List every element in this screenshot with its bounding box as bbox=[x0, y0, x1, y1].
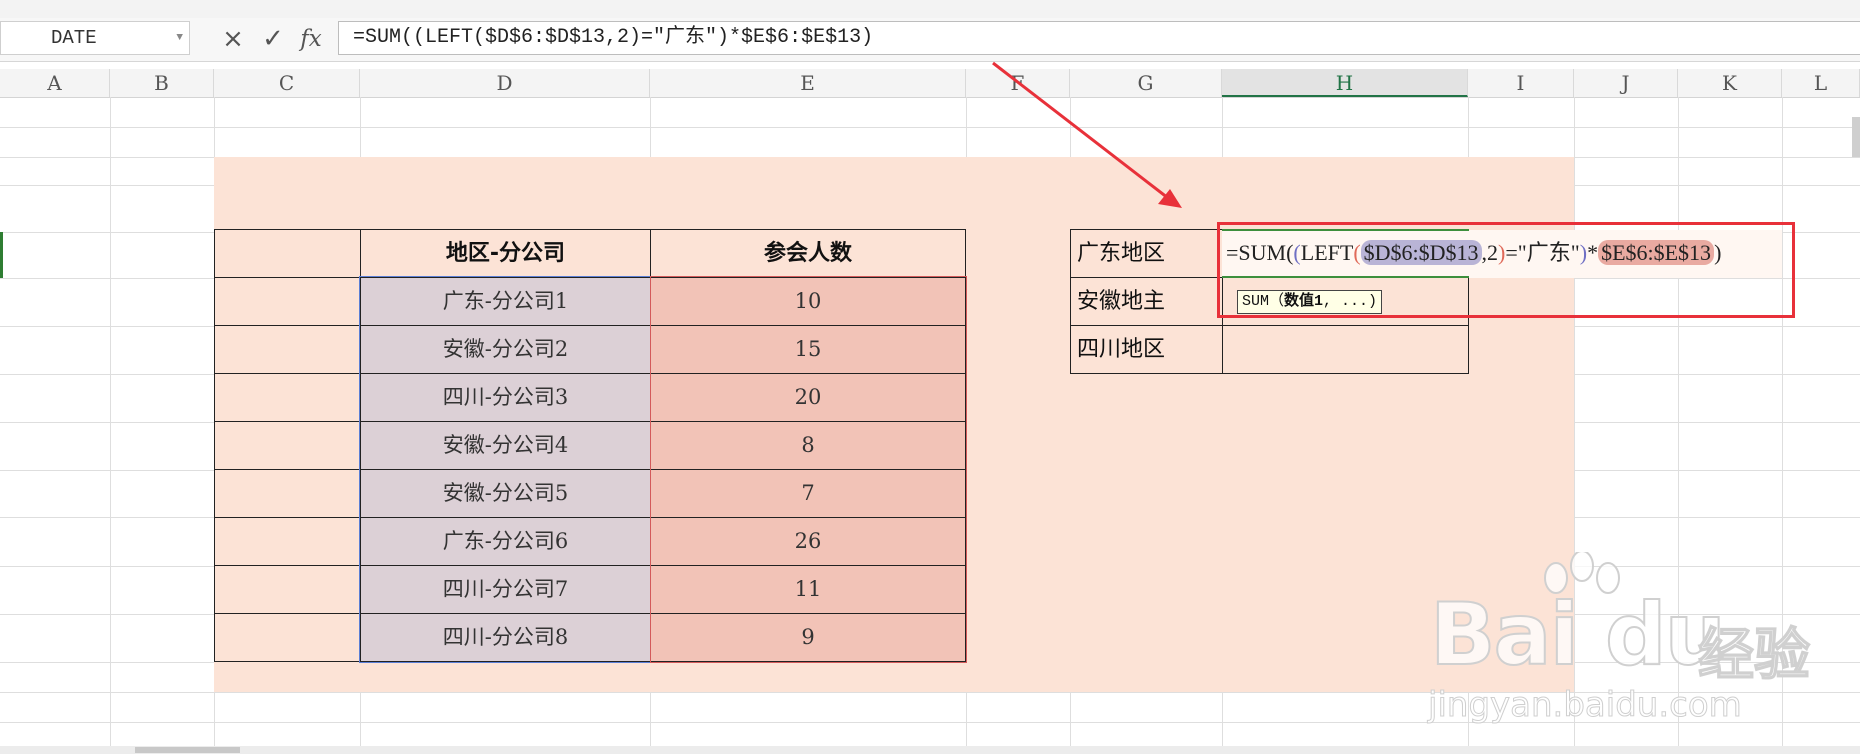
horizontal-scrollbar[interactable] bbox=[0, 746, 1860, 754]
arrow-shaft bbox=[992, 61, 1169, 200]
vertical-scrollbar[interactable] bbox=[1852, 117, 1860, 157]
watermark-brand: Bai du bbox=[1429, 584, 1727, 686]
watermark-cn: 经验 bbox=[1697, 622, 1811, 689]
baidu-watermark: Bai du 经验 jingyan.baidu.com bbox=[1420, 545, 1860, 745]
row-marker bbox=[0, 232, 3, 278]
watermark-url: jingyan.baidu.com bbox=[1428, 685, 1743, 726]
scrollbar-thumb[interactable] bbox=[135, 747, 240, 753]
